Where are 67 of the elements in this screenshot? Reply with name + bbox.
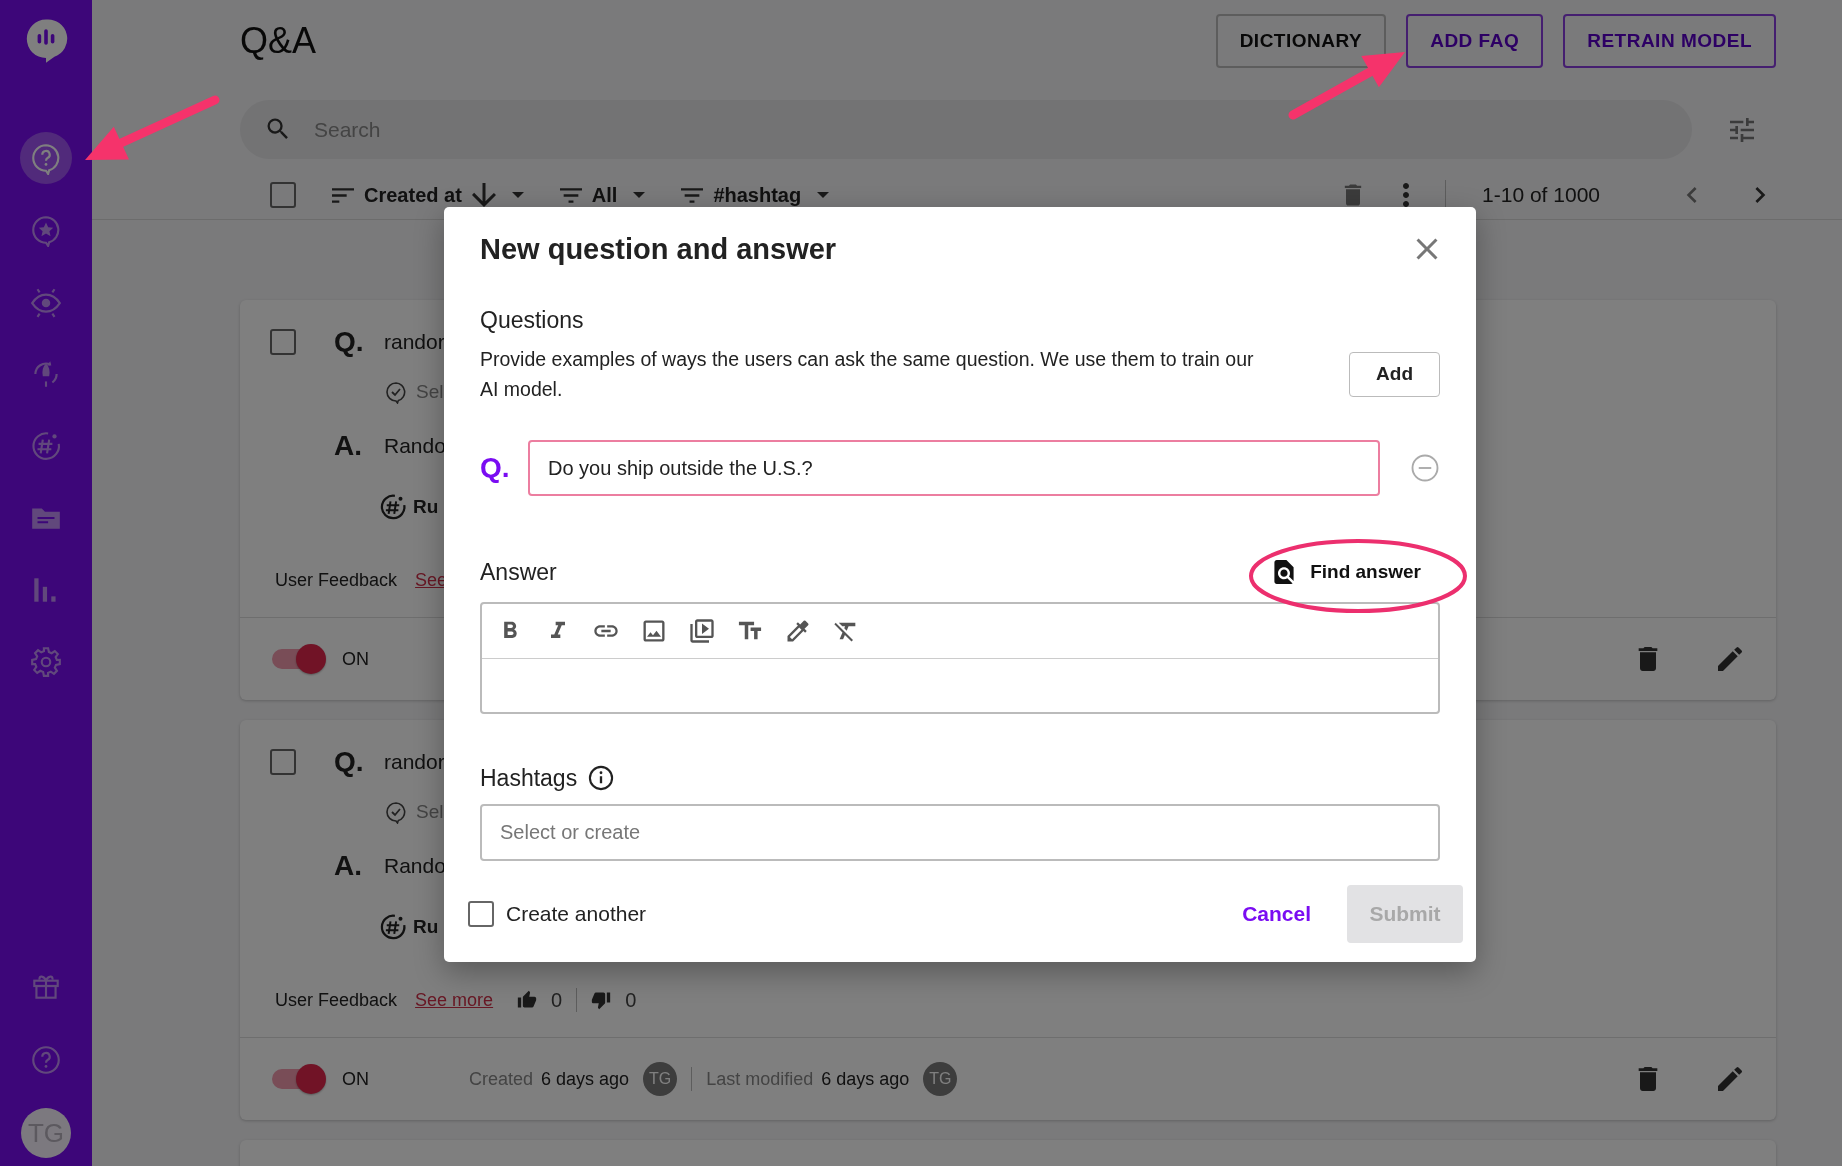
section-heading: Answer bbox=[480, 558, 557, 586]
filter-icon bbox=[681, 187, 704, 203]
card-checkbox[interactable] bbox=[270, 749, 296, 775]
user-avatar: TG bbox=[643, 1062, 678, 1097]
answer-text: Rando bbox=[384, 854, 446, 878]
user-avatar: TG bbox=[923, 1062, 958, 1097]
create-another-checkbox[interactable] bbox=[468, 901, 494, 927]
arrow-down-icon bbox=[471, 183, 496, 207]
caret-icon bbox=[633, 192, 646, 198]
find-in-page-icon bbox=[1274, 560, 1295, 584]
source-text: Sel bbox=[416, 381, 444, 403]
created-label: Created bbox=[469, 1068, 534, 1090]
check-bubble-icon bbox=[384, 800, 408, 824]
status-label: ON bbox=[342, 1068, 369, 1090]
check-bubble-icon bbox=[384, 380, 408, 404]
dislike-count: 0 bbox=[625, 988, 637, 1012]
thumbs-down-icon bbox=[591, 990, 612, 1010]
hashtag-chip[interactable]: Ru bbox=[413, 916, 439, 938]
dialog-title: New question and answer bbox=[480, 232, 837, 266]
thumbs-up-icon bbox=[517, 990, 538, 1010]
feedback-label: User Feedback bbox=[275, 989, 398, 1011]
question-marker: Q. bbox=[480, 452, 511, 484]
remove-icon[interactable] bbox=[1410, 453, 1440, 483]
section-heading: Hashtags bbox=[480, 764, 578, 792]
question-marker: Q. bbox=[334, 746, 365, 778]
card-checkbox[interactable] bbox=[270, 329, 296, 355]
created-time: 6 days ago bbox=[541, 1068, 630, 1090]
question-marker: Q. bbox=[334, 326, 365, 358]
info-icon[interactable] bbox=[587, 764, 616, 792]
filter-dropdown[interactable]: All bbox=[559, 183, 646, 207]
answer-marker: A. bbox=[334, 850, 363, 882]
modified-time: 6 days ago bbox=[821, 1068, 910, 1090]
source-text: Sel bbox=[416, 801, 444, 823]
caret-icon bbox=[511, 192, 524, 198]
section-description: Provide examples of ways the users can ask the same question. We use them to train our AI model. bbox=[480, 347, 1255, 402]
select-all-checkbox[interactable] bbox=[270, 182, 296, 208]
header-button[interactable]: ADD FAQ bbox=[1406, 14, 1544, 68]
caret-icon bbox=[817, 192, 830, 198]
question-input[interactable]: Do you ship outside the U.S.? bbox=[528, 440, 1380, 496]
filter-dropdown[interactable]: Created at bbox=[332, 183, 524, 207]
answer-marker: A. bbox=[334, 430, 363, 462]
hashtag-icon bbox=[378, 492, 408, 522]
section-heading: Questions bbox=[480, 307, 585, 334]
checkbox-label: Create another bbox=[506, 902, 647, 926]
page-title: Q&A bbox=[240, 20, 317, 62]
pagination-range: 1-10 of 1000 bbox=[1482, 183, 1600, 207]
like-count: 0 bbox=[551, 988, 563, 1012]
see-more-link[interactable]: See more bbox=[415, 989, 494, 1011]
cancel-button[interactable]: Cancel bbox=[1234, 894, 1319, 934]
enabled-toggle[interactable] bbox=[270, 645, 326, 674]
add-button[interactable]: Add bbox=[1349, 351, 1440, 397]
hashtag-select-field[interactable]: Select or create bbox=[480, 804, 1440, 861]
feedback-label: User Feedback bbox=[275, 569, 398, 591]
video-icon[interactable] bbox=[688, 617, 716, 645]
question-text: randor bbox=[384, 750, 445, 774]
filter-dropdown[interactable]: #hashtag bbox=[681, 183, 830, 207]
hashtag-chip[interactable]: Ru bbox=[413, 496, 439, 518]
filter-icon bbox=[559, 187, 582, 203]
hashtag-icon bbox=[378, 912, 408, 942]
header-button[interactable]: RETRAIN MODEL bbox=[1563, 14, 1776, 68]
status-label: ON bbox=[342, 648, 369, 670]
question-text: randor bbox=[384, 330, 445, 354]
modified-label: Last modified bbox=[706, 1068, 814, 1090]
answer-text: Rando bbox=[384, 434, 446, 458]
sort-icon bbox=[332, 187, 354, 203]
more-icon[interactable] bbox=[1403, 183, 1410, 207]
enabled-toggle[interactable] bbox=[270, 1065, 326, 1094]
